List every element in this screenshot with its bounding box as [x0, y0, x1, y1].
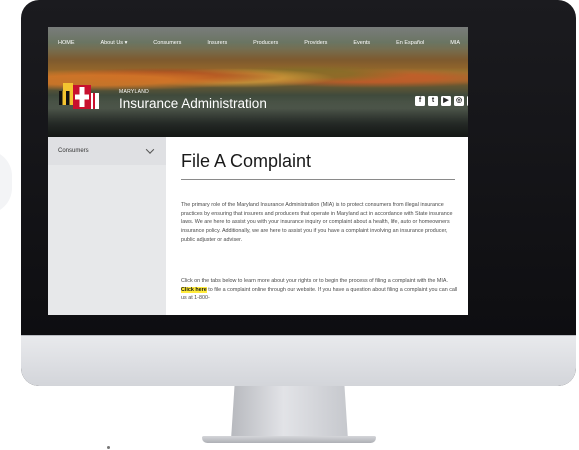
nav-item-about-us[interactable]: About Us ▾ [100, 40, 127, 46]
monitor-chin [21, 335, 576, 386]
maryland-flag-logo[interactable] [57, 77, 102, 114]
instructions-paragraph: Click on the tabs below to learn more ab… [181, 277, 459, 303]
header-banner: HOME About Us ▾ Consumers Insurers Produ… [48, 27, 468, 137]
monitor-stand-base [202, 436, 376, 443]
social-links: f t ▶ ◎ in [415, 96, 468, 106]
monitor-screen: HOME About Us ▾ Consumers Insurers Produ… [48, 27, 468, 315]
top-nav: HOME About Us ▾ Consumers Insurers Produ… [48, 35, 468, 51]
chevron-down-icon[interactable] [145, 145, 155, 154]
click-here-link[interactable]: Click here [181, 286, 207, 293]
nav-item-en-espanol[interactable]: En Español [396, 40, 424, 46]
state-label: MARYLAND [119, 89, 150, 95]
linkedin-icon[interactable]: in [467, 96, 468, 106]
decorative-dot [107, 446, 110, 449]
title-divider [181, 179, 455, 180]
sidebar: Consumers [48, 137, 166, 315]
instructions-text: Click on the tabs below to learn more ab… [181, 278, 448, 284]
facebook-icon[interactable]: f [415, 96, 425, 106]
nav-item-producers[interactable]: Producers [253, 40, 278, 46]
site-title[interactable]: Insurance Administration [119, 96, 267, 111]
monitor-stand-neck [231, 386, 348, 440]
twitter-icon[interactable]: t [428, 96, 438, 106]
instagram-icon[interactable]: ◎ [454, 96, 464, 106]
nav-item-insurers[interactable]: Insurers [207, 40, 227, 46]
nav-item-events[interactable]: Events [353, 40, 370, 46]
youtube-icon[interactable]: ▶ [441, 96, 451, 106]
nav-item-consumers[interactable]: Consumers [153, 40, 181, 46]
intro-paragraph: The primary role of the Maryland Insuran… [181, 202, 453, 243]
banner-foliage [48, 55, 468, 97]
sidebar-item-consumers[interactable]: Consumers [48, 137, 166, 165]
sidebar-item-label: Consumers [58, 148, 89, 154]
background-shape [0, 150, 12, 214]
main-content: File A Complaint The primary role of the… [166, 137, 468, 315]
page-title: File A Complaint [181, 151, 312, 171]
instructions-text-continued: to file a complaint online through our w… [181, 286, 458, 302]
chin-divider [21, 335, 576, 336]
nav-item-providers[interactable]: Providers [304, 40, 327, 46]
nav-item-mia[interactable]: MIA [450, 40, 460, 46]
nav-item-home[interactable]: HOME [58, 40, 75, 46]
